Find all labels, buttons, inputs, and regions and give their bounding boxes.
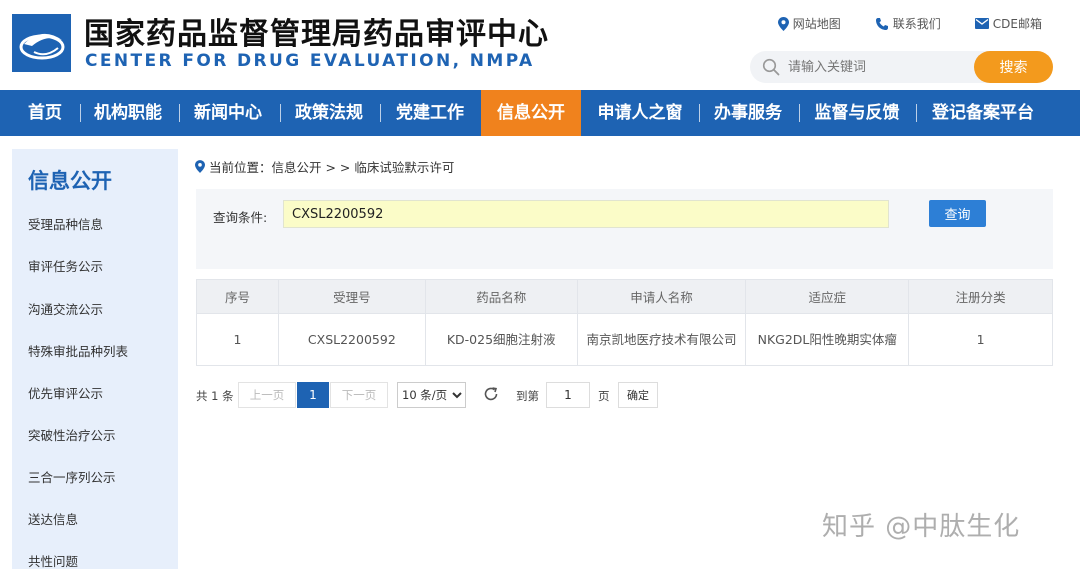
nav-item-registration[interactable]: 登记备案平台 (924, 90, 1042, 136)
table-header-row: 序号 受理号 药品名称 申请人名称 适应症 注册分类 (196, 279, 1053, 314)
table-row[interactable]: 1 CXSL2200592 KD-025细胞注射液 南京凯地医疗技术有限公司 N… (196, 313, 1053, 366)
contact-label: 联系我们 (892, 17, 941, 31)
nav-divider (799, 104, 800, 122)
nav-divider (380, 104, 381, 122)
sidebar-item-special-approval[interactable]: 特殊审批品种列表 (28, 341, 128, 360)
nav-item-policy[interactable]: 政策法规 (287, 90, 371, 136)
site-header: 国家药品监督管理局药品审评中心 CENTER FOR DRUG EVALUATI… (0, 0, 1080, 90)
page-number-current[interactable]: 1 (297, 382, 329, 408)
col-header-drug-name: 药品名称 (424, 279, 578, 314)
sidebar-item-accepted-varieties[interactable]: 受理品种信息 (28, 214, 103, 233)
nav-item-applicant[interactable]: 申请人之窗 (590, 90, 690, 136)
sidebar-item-communication[interactable]: 沟通交流公示 (28, 299, 103, 318)
nav-item-feedback[interactable]: 监督与反馈 (807, 90, 907, 136)
main-nav: 首页 机构职能 新闻中心 政策法规 党建工作 信息公开 申请人之窗 办事服务 监… (0, 90, 1080, 136)
nav-item-services[interactable]: 办事服务 (706, 90, 790, 136)
breadcrumb-text: 当前位置：信息公开 > > 临床试验默示许可 (209, 160, 455, 175)
sidebar-title: 信息公开 (28, 169, 112, 193)
logo-emblem-icon (12, 14, 71, 72)
col-header-acceptance-no: 受理号 (277, 279, 426, 314)
search-input[interactable] (788, 57, 968, 77)
phone-icon (875, 17, 888, 30)
pagination-total: 共 1 条 (196, 389, 234, 403)
result-table: 序号 受理号 药品名称 申请人名称 适应症 注册分类 1 CXSL2200592… (196, 279, 1053, 366)
site-subtitle: CENTER FOR DRUG EVALUATION, NMPA (85, 51, 535, 71)
nav-divider (80, 104, 81, 122)
col-header-registration-class: 注册分类 (908, 279, 1053, 314)
query-input[interactable] (283, 200, 889, 228)
query-panel: 查询条件: 查询 (196, 189, 1053, 269)
search-icon (762, 58, 780, 76)
page-label: 页 (598, 389, 610, 403)
sidebar-item-three-in-one[interactable]: 三合一序列公示 (28, 467, 116, 486)
nav-item-party[interactable]: 党建工作 (388, 90, 472, 136)
col-header-indication: 适应症 (745, 279, 910, 314)
sidebar: 信息公开 受理品种信息 审评任务公示 沟通交流公示 特殊审批品种列表 优先审评公… (12, 149, 178, 569)
nav-divider (179, 104, 180, 122)
mail-icon (974, 18, 989, 29)
nav-divider (699, 104, 700, 122)
sidebar-item-priority-review[interactable]: 优先审评公示 (28, 383, 103, 402)
cell-registration-class: 1 (908, 313, 1053, 366)
sidebar-item-breakthrough[interactable]: 突破性治疗公示 (28, 425, 116, 444)
site-title: 国家药品监督管理局药品审评中心 (84, 17, 549, 52)
top-links: 网站地图 联系我们 CDE邮箱 (777, 15, 1042, 32)
sidebar-item-delivery[interactable]: 送达信息 (28, 509, 78, 528)
nav-item-home[interactable]: 首页 (15, 90, 75, 136)
watermark: 知乎 @中肽生化 (822, 512, 1021, 542)
col-header-applicant: 申请人名称 (576, 279, 747, 314)
sidebar-item-common-issues[interactable]: 共性问题 (28, 551, 78, 569)
sitemap-link[interactable]: 网站地图 (777, 15, 841, 32)
cde-mail-label: CDE邮箱 (992, 17, 1042, 31)
nav-divider (916, 104, 917, 122)
cell-acceptance-no: CXSL2200592 (277, 313, 426, 366)
search-button[interactable]: 搜索 (974, 51, 1053, 83)
cell-applicant: 南京凯地医疗技术有限公司 (576, 313, 747, 366)
contact-link[interactable]: 联系我们 (875, 15, 941, 32)
breadcrumb: 当前位置：信息公开 > > 临床试验默示许可 (195, 157, 454, 176)
site-search: 搜索 (750, 51, 1053, 83)
next-page-button[interactable]: 下一页 (330, 382, 388, 408)
sitemap-label: 网站地图 (792, 17, 841, 31)
query-label: 查询条件: (213, 210, 268, 225)
goto-confirm-button[interactable]: 确定 (618, 382, 658, 408)
cde-mail-link[interactable]: CDE邮箱 (974, 15, 1042, 32)
site-logo[interactable] (12, 14, 71, 72)
location-pin-icon (195, 160, 205, 173)
nav-item-info-disclosure[interactable]: 信息公开 (481, 90, 581, 136)
nav-item-news[interactable]: 新闻中心 (186, 90, 270, 136)
nav-divider (280, 104, 281, 122)
page-size-select[interactable]: 10 条/页 (397, 382, 466, 408)
refresh-icon[interactable] (482, 385, 500, 403)
location-pin-icon (777, 16, 789, 31)
prev-page-button[interactable]: 上一页 (238, 382, 296, 408)
cell-drug-name: KD-025细胞注射液 (424, 313, 578, 366)
cell-indication: NKG2DL阳性晚期实体瘤 (745, 313, 910, 366)
cell-index: 1 (196, 313, 279, 366)
sidebar-item-review-tasks[interactable]: 审评任务公示 (28, 256, 103, 275)
nav-item-functions[interactable]: 机构职能 (86, 90, 170, 136)
goto-page-input[interactable] (546, 382, 590, 408)
col-header-index: 序号 (196, 279, 279, 314)
goto-label: 到第 (516, 389, 539, 403)
query-button[interactable]: 查询 (929, 200, 986, 227)
